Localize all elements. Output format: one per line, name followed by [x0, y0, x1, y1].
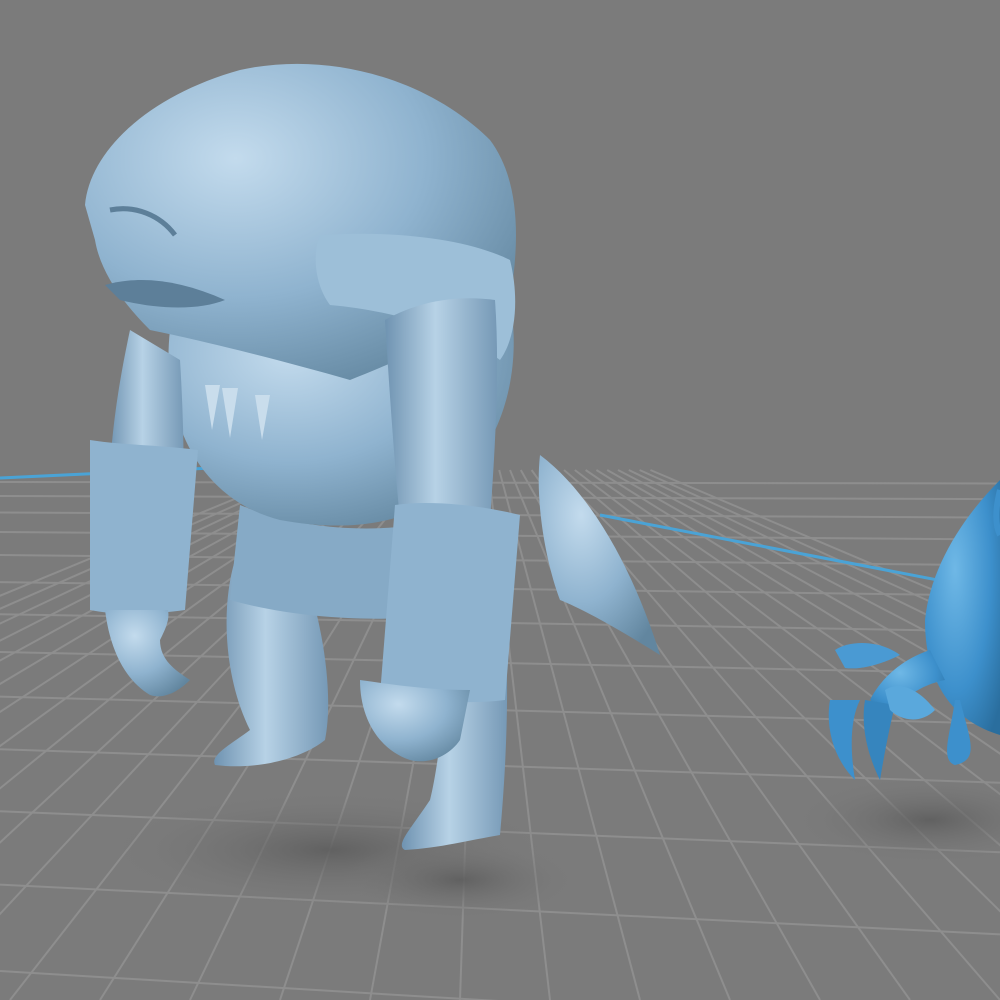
fishman-left-bracer [90, 440, 198, 614]
fishman-right-bracer [380, 503, 520, 703]
viewport-canvas[interactable] [0, 0, 1000, 1000]
fishman-right-arm [385, 298, 498, 520]
3d-viewport[interactable] [0, 0, 1000, 1000]
